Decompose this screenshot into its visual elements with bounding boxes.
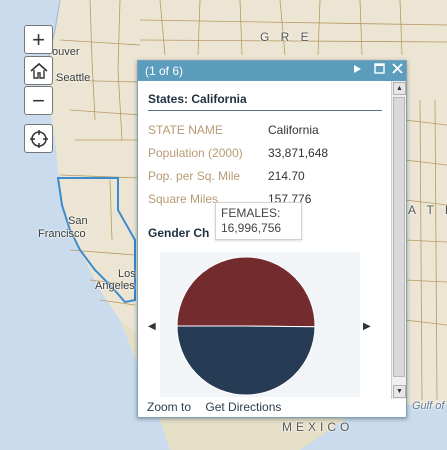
map-label-seattle: Seattle bbox=[56, 72, 91, 84]
locate-button[interactable] bbox=[24, 124, 53, 153]
scroll-up-button[interactable]: ▲ bbox=[393, 82, 406, 95]
chart-tooltip: FEMALES: 16,996,756 bbox=[215, 202, 302, 240]
home-icon bbox=[29, 62, 48, 79]
scroll-thumb[interactable] bbox=[393, 97, 405, 377]
next-media-arrow[interactable]: ▶ bbox=[363, 321, 371, 332]
popup-scrollbar[interactable]: ▲ ▼ bbox=[391, 81, 406, 399]
maximize-icon bbox=[373, 63, 385, 74]
zoom-to-link[interactable]: Zoom to bbox=[147, 400, 191, 414]
next-feature-button[interactable] bbox=[350, 63, 364, 77]
attribute-row: Population (2000) 33,871,648 bbox=[148, 146, 382, 169]
maximize-button[interactable] bbox=[372, 63, 386, 77]
pie-slice-females[interactable] bbox=[176, 256, 316, 328]
home-button[interactable] bbox=[24, 56, 53, 85]
attribute-key: Population (2000) bbox=[148, 146, 243, 160]
map-label-vancouver: ouver bbox=[52, 46, 80, 58]
attribute-value: 33,871,648 bbox=[268, 146, 329, 160]
popup-title-bar: (1 of 6) bbox=[138, 61, 406, 81]
zoom-in-button[interactable]: + bbox=[24, 25, 53, 54]
map-label-francisco: Francisco bbox=[38, 228, 86, 240]
popup-footer: Zoom to Get Directions bbox=[138, 397, 406, 417]
attribute-row: STATE NAME California bbox=[148, 123, 382, 146]
attribute-value: 214.70 bbox=[268, 169, 305, 183]
pie-chart-svg bbox=[176, 256, 316, 396]
pie-slice-males[interactable] bbox=[176, 325, 316, 396]
popup-header: States: California bbox=[148, 92, 382, 111]
close-button[interactable] bbox=[390, 63, 404, 77]
map-label-san: San bbox=[68, 215, 88, 227]
attribute-value: California bbox=[268, 123, 319, 137]
pie-chart bbox=[160, 252, 360, 397]
tooltip-label: FEMALES: bbox=[221, 206, 281, 220]
popup-feature-count: (1 of 6) bbox=[145, 64, 184, 78]
map-view[interactable]: ouver Seattle G R E San Francisco Los An… bbox=[0, 0, 447, 450]
map-label-los: Los bbox=[118, 268, 136, 280]
play-icon bbox=[354, 65, 361, 73]
attribute-key: Pop. per Sq. Mile bbox=[148, 169, 241, 183]
attribute-row: Pop. per Sq. Mile 214.70 bbox=[148, 169, 382, 192]
prev-media-arrow[interactable]: ◀ bbox=[148, 321, 156, 332]
close-icon bbox=[391, 63, 403, 74]
zoom-out-button[interactable]: − bbox=[24, 86, 53, 115]
attribute-key: STATE NAME bbox=[148, 123, 223, 137]
map-label-angeles: Angeles bbox=[95, 280, 135, 292]
map-label-gre: G R E bbox=[260, 30, 313, 44]
map-label-mexico: MEXICO bbox=[282, 420, 354, 434]
plus-icon: + bbox=[32, 26, 45, 52]
tooltip-value: 16,996,756 bbox=[221, 221, 282, 235]
map-label-gulf: Gulf of bbox=[412, 400, 445, 412]
minus-icon: − bbox=[32, 87, 45, 113]
get-directions-link[interactable]: Get Directions bbox=[205, 400, 281, 414]
crosshair-icon bbox=[29, 129, 48, 148]
map-label-atla: A T L A bbox=[408, 203, 447, 217]
